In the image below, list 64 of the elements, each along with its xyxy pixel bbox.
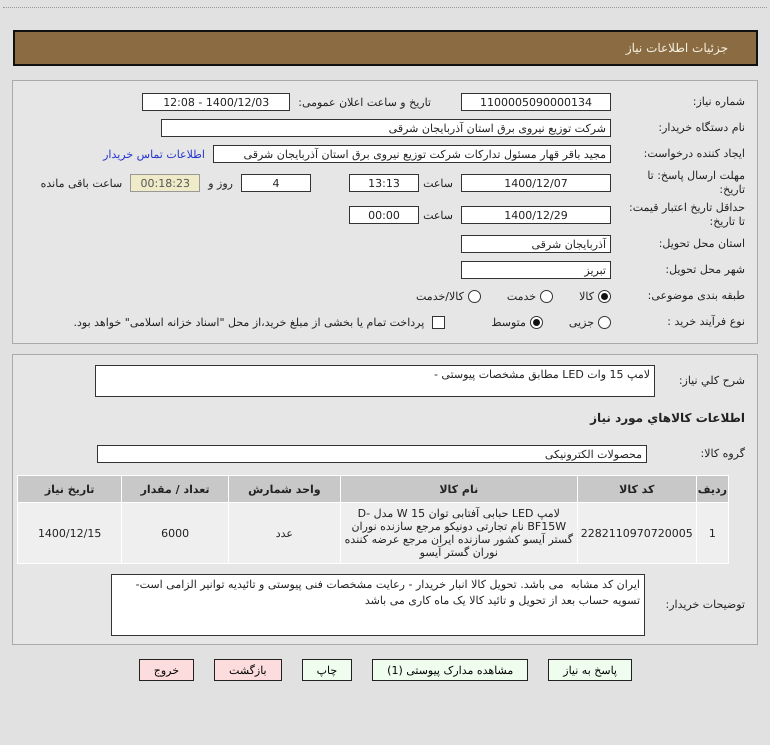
countdown-field[interactable]: 00:18:23 [130, 174, 200, 192]
field-label: نوع فرآیند خرید : [666, 315, 746, 329]
description-field[interactable]: لامپ 15 وات LED مطابق مشخصات پیوستی - [95, 365, 655, 397]
field-label: طبقه بندی موضوعی: [646, 289, 746, 303]
field-label: شهر محل تحویل: [664, 263, 746, 277]
field-label: تاریخ و ساعت اعلان عمومی: [297, 96, 432, 108]
contact-link[interactable]: اطلاعات تماس خریدار [103, 148, 205, 160]
input-field[interactable]: 4 [241, 174, 311, 192]
field-label: ایجاد کننده درخواست: [642, 147, 746, 161]
input-field[interactable]: شرکت توزیع نیروی برق استان آذربایجان شرقی [161, 119, 611, 137]
action-button[interactable]: بازگشت [214, 659, 282, 681]
table-cell: 1 [696, 502, 728, 564]
radio-label: خدمت [506, 290, 536, 302]
section-title: اطلاعات کالاهاي مورد نياز [590, 410, 746, 426]
radio-button[interactable] [598, 290, 611, 302]
input-field[interactable]: 1400/12/07 [461, 174, 611, 192]
input-field[interactable]: محصولات الکترونیکی [97, 445, 647, 463]
checkbox-label: پرداخت تمام یا بخشی از مبلغ خرید،از محل "اسناد خزانه اسلامی" خواهد بود. [72, 316, 426, 328]
table-cell: عدد [228, 502, 340, 564]
checkbox[interactable] [432, 316, 446, 328]
field-label: نام دستگاه خریدار: [657, 121, 746, 135]
input-field[interactable]: 00:00 [349, 206, 419, 224]
input-field[interactable]: 1100005090000134 [461, 93, 611, 111]
column-header: نام کالا [340, 476, 578, 502]
radio-button[interactable] [530, 316, 543, 328]
input-field[interactable]: آذربایجان شرقی [461, 235, 611, 253]
action-button[interactable]: چاپ [302, 659, 352, 681]
action-button[interactable]: خروج [138, 659, 194, 681]
action-button[interactable]: پاسخ به نیاز [548, 659, 632, 681]
column-header: واحد شمارش [228, 476, 340, 502]
table-cell: 6000 [122, 502, 228, 564]
field-label: شماره نیاز: [692, 95, 746, 109]
column-header: تاریخ نیاز [18, 476, 122, 502]
radio-label: کالا [579, 290, 594, 302]
radio-button[interactable] [540, 290, 554, 302]
field-label: روز و [206, 176, 234, 190]
table-cell: 2282110970720005 [577, 502, 696, 564]
radio-label: متوسط [491, 316, 526, 328]
field-label: توضیحات خریدار: [664, 598, 746, 612]
field-label: مهلت ارسال پاسخ: تا تاریخ: [646, 169, 746, 197]
field-label: گروه کالا: [700, 447, 746, 461]
column-header: کد کالا [577, 476, 696, 502]
radio-button[interactable] [598, 316, 611, 328]
radio-button[interactable] [468, 290, 481, 302]
column-header: تعداد / مقدار [122, 476, 228, 502]
field-label: ساعت [422, 208, 454, 222]
input-field[interactable]: 13:13 [349, 174, 419, 192]
input-field[interactable]: 1400/12/03 - 12:08 [142, 93, 290, 111]
notes-field[interactable]: ایران کد مشابه می باشد. تحویل کالا انبار خریدار - رعایت مشخصات فنی پیوستی و تائیدیه توانیر الزامی است- تسویه حساب بعد از تحویل و تائید کالا یک ماه کاری می باشد [111, 574, 645, 636]
input-field[interactable]: 1400/12/29 [461, 206, 611, 224]
field-label: ساعت [422, 176, 454, 190]
field-label: حداقل تاریخ اعتبار قیمت: تا تاریخ: [628, 201, 746, 229]
page-title: جزئیات اطلاعات نیاز [626, 41, 728, 55]
column-header: ردیف [696, 476, 728, 502]
field-label: استان محل تحویل: [658, 237, 746, 251]
input-field[interactable]: تبریز [461, 261, 611, 279]
radio-label: جزیی [568, 316, 594, 328]
field-label: ساعت باقی مانده [40, 176, 124, 190]
action-button[interactable]: مشاهده مدارک پیوستی (1) [372, 659, 528, 681]
table-cell: لامپ LED حبابی آفتابی توان 15 W مدل D-BF15W نام تجارتی دونیکو مرجع سازنده نوران گستر آیسو کشور سازنده ایران مرجع عرضه کننده نوران گستر آیسو [340, 502, 578, 564]
table-cell: 1400/12/15 [18, 502, 122, 564]
radio-label: کالا/خدمت [416, 290, 464, 302]
input-field[interactable]: مجید باقر قهار مسئول تدارکات شرکت توزیع نیروی برق استان آذربایجان شرقی [213, 145, 611, 163]
field-label: شرح کلي نياز: [678, 374, 746, 388]
